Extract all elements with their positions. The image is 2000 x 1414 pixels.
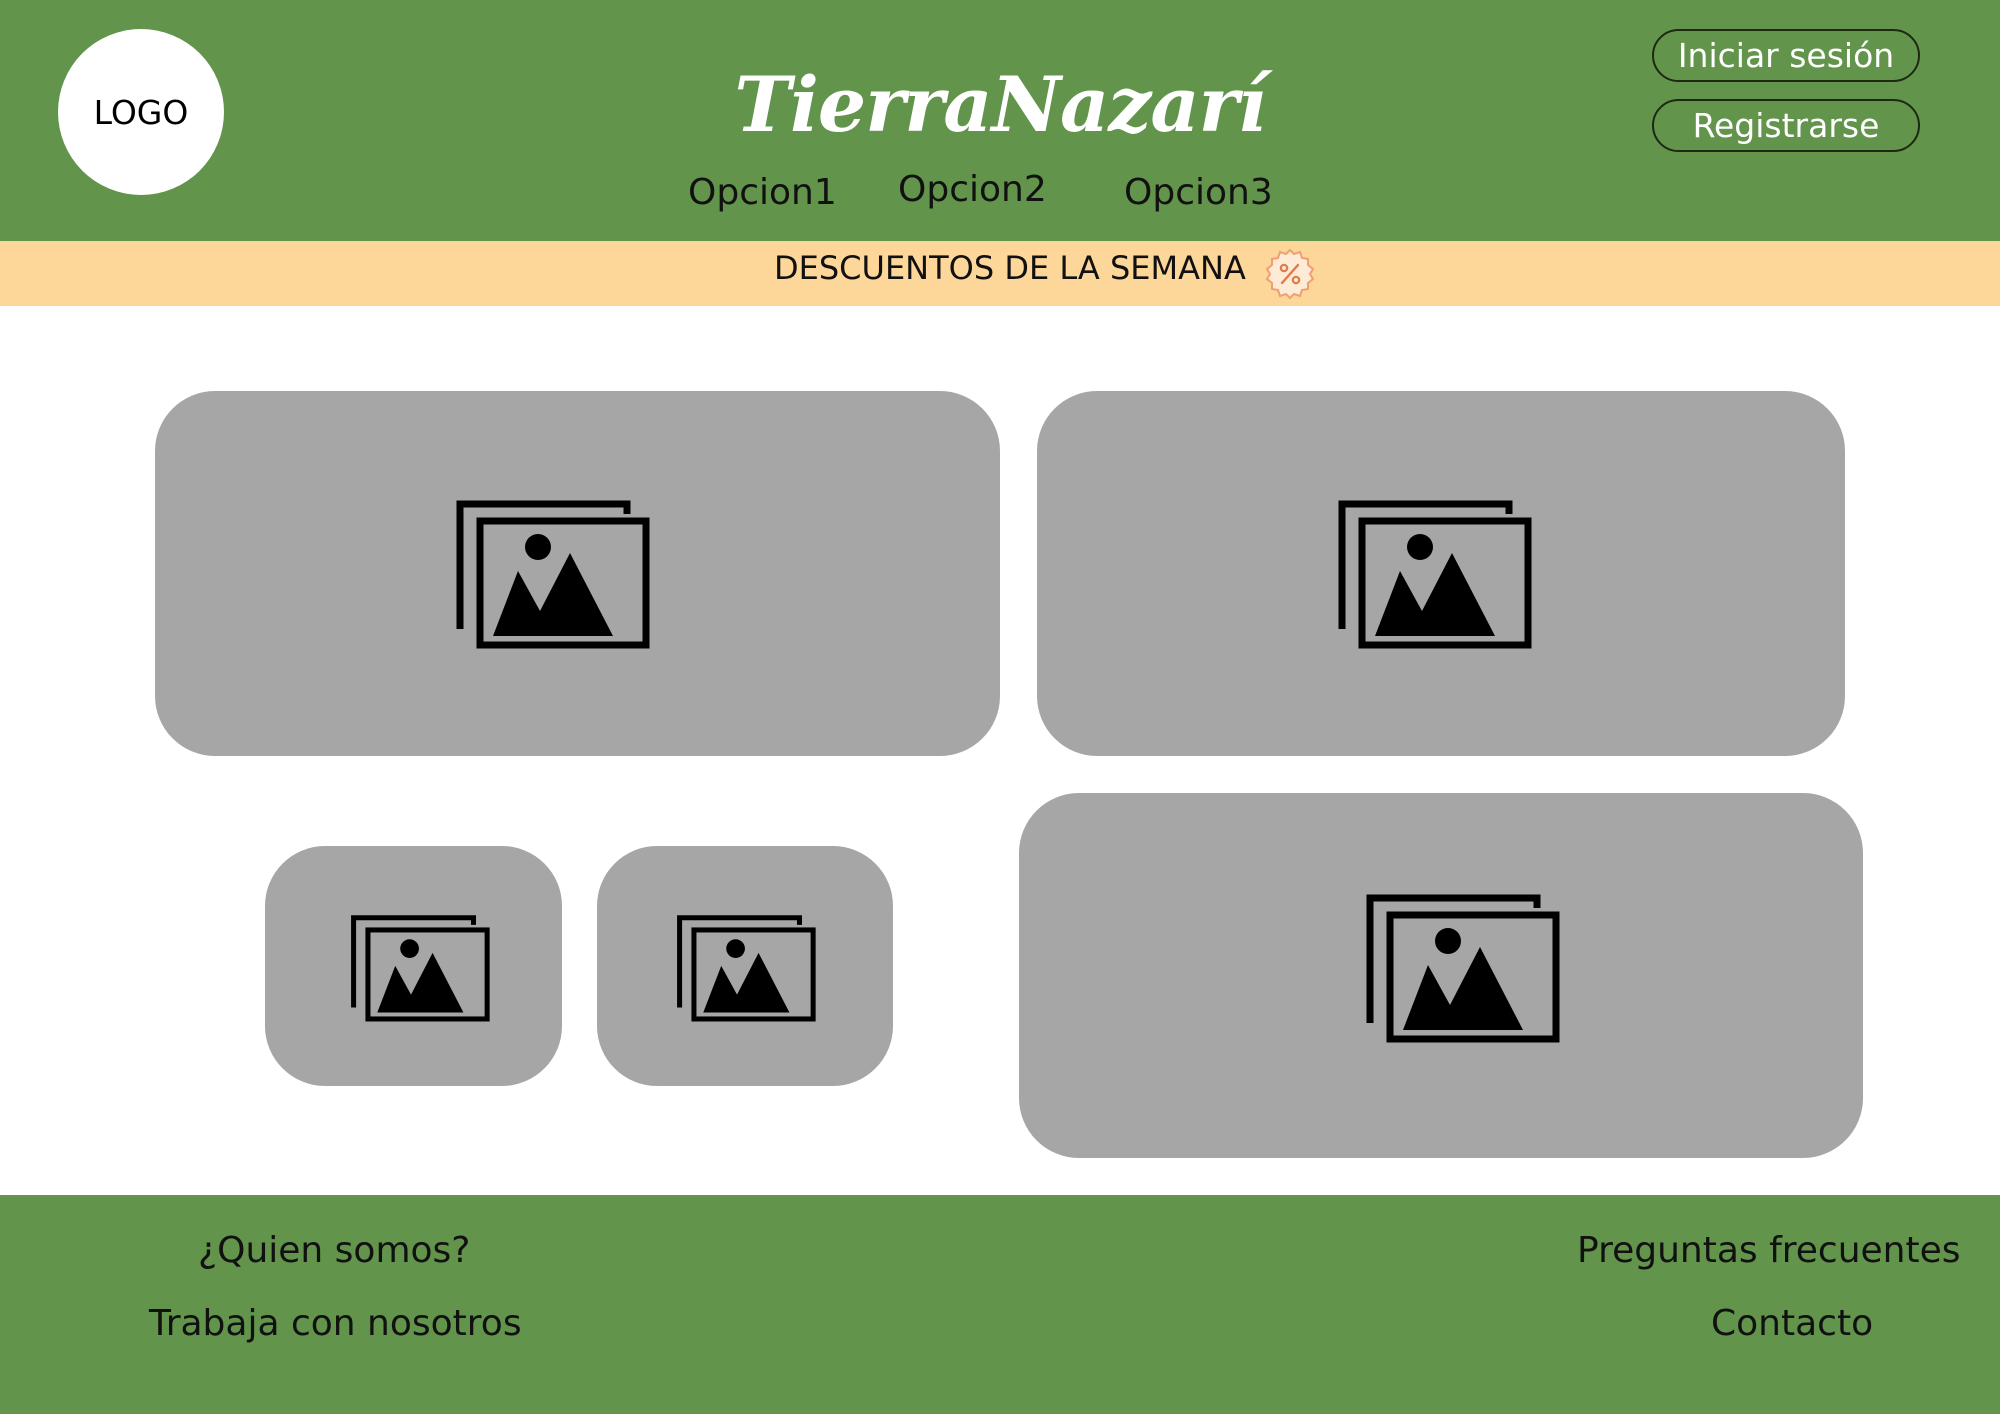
footer-link-jobs[interactable]: Trabaja con nosotros [149, 1303, 522, 1344]
percent-badge-icon [1265, 248, 1315, 300]
nav-option-2[interactable]: Opcion2 [898, 169, 1047, 210]
nav-option-1[interactable]: Opcion1 [688, 172, 837, 213]
product-card-1[interactable] [155, 391, 1000, 756]
image-gallery-icon [677, 915, 816, 1022]
nav-option-3[interactable]: Opcion3 [1124, 172, 1273, 213]
register-button[interactable]: Registrarse [1652, 99, 1920, 152]
product-card-2[interactable] [1037, 391, 1845, 756]
image-gallery-icon [351, 915, 490, 1022]
product-card-3[interactable] [265, 846, 562, 1086]
image-gallery-icon [1366, 894, 1560, 1043]
logo[interactable]: LOGO [58, 29, 224, 195]
image-gallery-icon [456, 500, 650, 649]
footer-link-contact[interactable]: Contacto [1711, 1303, 1873, 1344]
product-card-4[interactable] [597, 846, 893, 1086]
product-card-5[interactable] [1019, 793, 1863, 1158]
discount-banner-label: DESCUENTOS DE LA SEMANA [774, 249, 1246, 287]
footer-link-about[interactable]: ¿Quien somos? [198, 1230, 470, 1271]
site-title: TierraNazarí [734, 60, 1266, 149]
footer-link-faq[interactable]: Preguntas frecuentes [1577, 1230, 1961, 1271]
image-gallery-icon [1338, 500, 1532, 649]
login-button[interactable]: Iniciar sesión [1652, 29, 1920, 82]
logo-text: LOGO [93, 92, 189, 132]
